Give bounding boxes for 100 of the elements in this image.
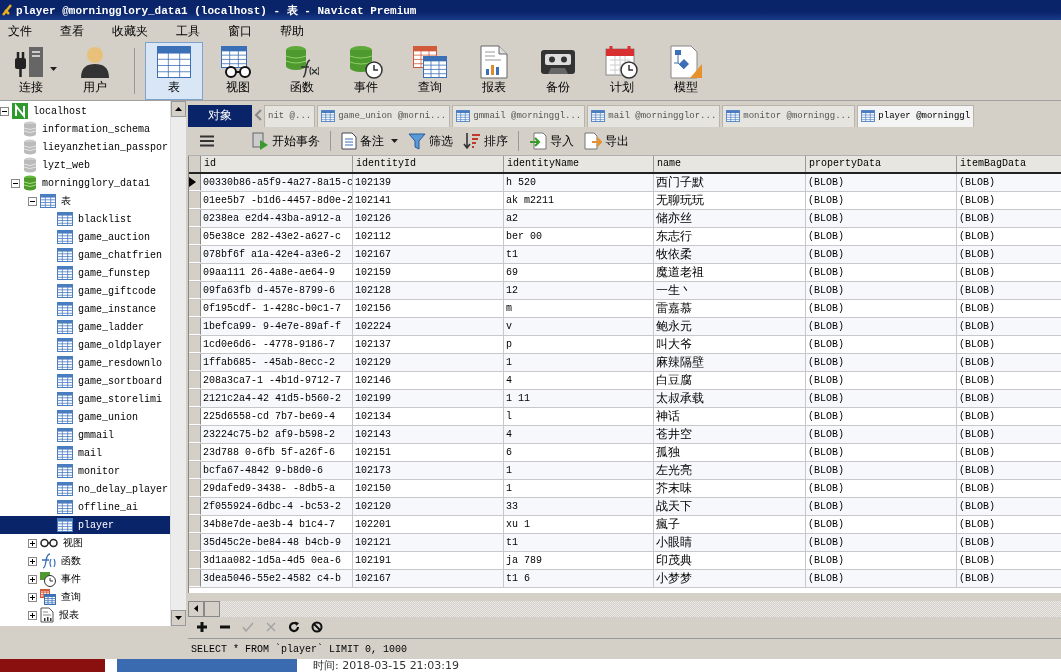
expander-icon[interactable] — [0, 106, 9, 116]
caret-icon[interactable] — [391, 139, 398, 143]
tab[interactable]: gmmail @morninggl... — [452, 104, 586, 127]
filter-button[interactable]: 筛选 — [405, 130, 456, 152]
menu-item[interactable]: 工具 — [162, 22, 214, 40]
tab[interactable]: nit @... — [264, 104, 316, 127]
plus-icon[interactable] — [196, 621, 208, 634]
scroll-up-icon[interactable] — [175, 107, 182, 111]
tree-item[interactable]: 查询 — [59, 590, 83, 604]
expander-icon[interactable] — [11, 178, 20, 188]
expander-icon[interactable] — [28, 196, 37, 206]
table-cell: 太叔承载 — [654, 390, 806, 408]
menu-item[interactable]: 窗口 — [214, 22, 266, 40]
tree-item[interactable]: 函数 — [59, 554, 83, 568]
table-cell: 102141 — [353, 192, 504, 210]
table-icon — [57, 320, 73, 334]
table-cell: 102151 — [353, 444, 504, 462]
refresh-icon[interactable] — [288, 621, 300, 634]
expander-icon[interactable] — [28, 610, 37, 620]
menu-icon[interactable] — [200, 135, 214, 147]
tree-item[interactable]: lyzt_web — [40, 159, 92, 171]
expander-icon[interactable] — [28, 592, 37, 602]
tree-item-highlight[interactable]: player — [0, 516, 170, 534]
tree-item[interactable]: no_delay_player — [76, 483, 170, 495]
tree-item[interactable]: game_ladder — [76, 321, 146, 333]
tree-item[interactable]: game_funstep — [76, 267, 152, 279]
menu-item[interactable]: 帮助 — [266, 22, 318, 40]
column-header[interactable]: id — [201, 156, 353, 173]
tree-item[interactable]: lieyanzhetian_passpor — [40, 141, 170, 153]
tree-item[interactable]: blacklist — [76, 213, 134, 225]
tree-item[interactable]: game_union — [76, 411, 140, 423]
column-header[interactable]: name — [654, 156, 806, 173]
tree-item[interactable]: game_instance — [76, 303, 158, 315]
model-button[interactable]: 模型 — [657, 42, 715, 100]
event-button[interactable]: 事件 — [337, 42, 395, 100]
report-button[interactable]: 报表 — [465, 42, 523, 100]
scrollbar-thumb[interactable] — [204, 600, 220, 617]
scroll-left-icon[interactable] — [194, 605, 198, 613]
table-cell: 102173 — [353, 462, 504, 480]
query-button[interactable]: 查询 — [401, 42, 459, 100]
tree-item[interactable]: 报表 — [57, 608, 81, 622]
tree-item[interactable]: gmmail — [76, 429, 116, 441]
tree-item[interactable]: game_giftcode — [76, 285, 158, 297]
expander-icon[interactable] — [28, 538, 37, 548]
table-icon — [57, 482, 73, 496]
tree-item[interactable]: game_auction — [76, 231, 152, 243]
table-cell: 225d6558-cd 7b7-be69-4 — [201, 408, 353, 426]
tab[interactable]: mail @morningglor... — [587, 104, 721, 127]
tab[interactable]: game_union @morni... — [317, 104, 451, 127]
tree-item[interactable]: game_oldplayer — [76, 339, 164, 351]
table-cell: (BLOB) — [957, 498, 1061, 516]
transaction-button[interactable]: 开始事务 — [248, 130, 323, 152]
tree-item[interactable]: mail — [76, 447, 104, 459]
tab[interactable]: monitor @morningg... — [722, 104, 856, 127]
function-button[interactable]: 函数 — [273, 42, 331, 100]
view-button[interactable]: 视图 — [209, 42, 267, 100]
tree-item[interactable]: offline_ai — [76, 501, 140, 513]
expander-icon[interactable] — [28, 556, 37, 566]
tree-item[interactable]: game_resdownlo — [76, 357, 164, 369]
import-button[interactable]: 导入 — [526, 130, 577, 152]
column-header[interactable]: identityName — [504, 156, 654, 173]
menu-item[interactable]: 查看 — [46, 22, 98, 40]
user-button[interactable]: 用户 — [66, 42, 124, 100]
export-button[interactable]: 导出 — [581, 130, 632, 152]
expander-icon[interactable] — [28, 574, 37, 584]
caret-icon[interactable] — [50, 67, 57, 71]
tree-item[interactable]: monitor — [76, 465, 122, 477]
tree-item[interactable]: 表 — [59, 194, 73, 208]
column-header[interactable]: propertyData — [806, 156, 957, 173]
menu-item[interactable]: 收藏夹 — [98, 22, 162, 40]
table-cell: 12 — [504, 282, 654, 300]
tree-item[interactable]: game_chatfrien — [76, 249, 164, 261]
table-icon — [57, 338, 73, 352]
tree-item[interactable]: player — [76, 519, 116, 531]
corner-header[interactable] — [189, 156, 201, 173]
menu-item[interactable]: 文件 — [0, 22, 46, 40]
tree-item[interactable]: 事件 — [59, 572, 83, 586]
tree-item[interactable]: morningglory_data1 — [40, 177, 153, 189]
connect-button[interactable]: 连接 — [2, 42, 60, 100]
backup-button[interactable]: 备份 — [529, 42, 587, 100]
column-header[interactable]: identityId — [353, 156, 504, 173]
schedule-button[interactable]: 计划 — [593, 42, 651, 100]
memo-button[interactable]: 备注 — [338, 130, 401, 152]
tree-item[interactable]: localhost — [31, 105, 89, 117]
table-cell: ja 789 — [504, 552, 654, 570]
table-button[interactable]: 表 — [145, 42, 203, 100]
sort-button[interactable]: 排序 — [460, 130, 511, 152]
scroll-down-icon[interactable] — [175, 616, 182, 620]
tree-item[interactable]: game_sortboard — [76, 375, 164, 387]
row-header[interactable] — [189, 174, 201, 192]
tab[interactable]: player @morninggl — [857, 104, 975, 127]
tree-item[interactable]: information_schema — [40, 123, 153, 135]
table-cell: 102224 — [353, 318, 504, 336]
stop-icon[interactable] — [311, 621, 323, 634]
column-header[interactable]: itemBagData — [957, 156, 1061, 173]
scrollbar[interactable] — [170, 101, 186, 626]
tree-item[interactable]: game_storelimi — [76, 393, 164, 405]
table-cell: ak m2211 — [504, 192, 654, 210]
tree-item[interactable]: 视图 — [61, 536, 85, 550]
objects-tab[interactable]: 对象 — [188, 104, 252, 127]
